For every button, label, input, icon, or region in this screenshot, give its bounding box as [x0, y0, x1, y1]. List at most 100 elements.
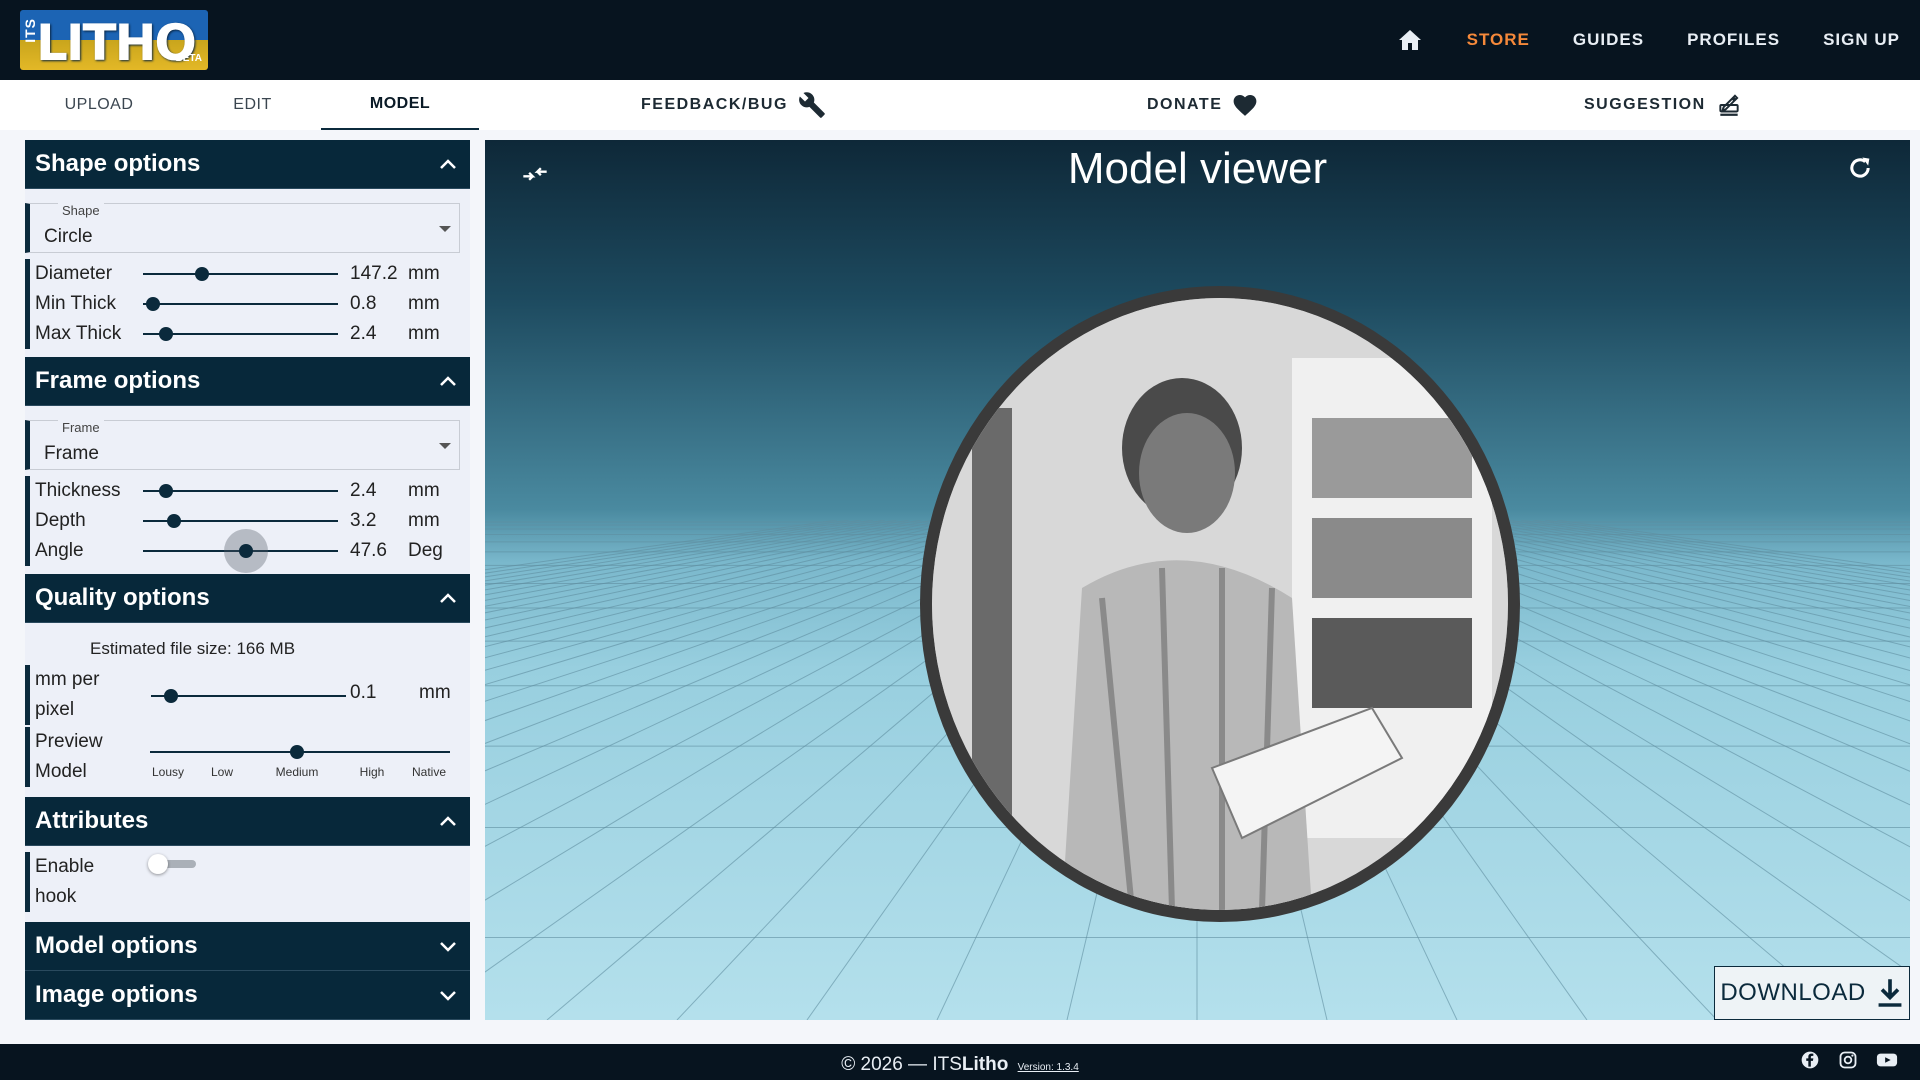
preview-model-label: Preview Model	[35, 731, 103, 782]
max-thick-row: Max Thick 2.4 mm	[25, 319, 470, 349]
itslitho-logo[interactable]: ITS LITHO BETA	[20, 10, 208, 70]
max-thick-value: 2.4	[350, 323, 377, 344]
instagram-icon[interactable]	[1838, 1050, 1858, 1070]
chevron-up-icon	[440, 816, 456, 826]
quality-options-title: Quality options	[35, 584, 210, 611]
chevron-up-icon	[440, 376, 456, 386]
footer-copyright: © 2026 — ITSLitho Version: 1.3.4	[841, 1054, 1079, 1075]
attributes-header[interactable]: Attributes	[25, 797, 470, 846]
enable-hook-label: Enable hook	[35, 856, 95, 907]
thickness-slider[interactable]	[143, 481, 338, 501]
shape-select[interactable]: Shape Circle	[25, 203, 460, 253]
top-nav-links: STORE GUIDES PROFILES SIGN UP	[1398, 0, 1900, 80]
donate-label: DONATE	[1147, 96, 1223, 113]
slider-thumb[interactable]	[159, 484, 174, 498]
diameter-value: 147.2	[350, 263, 398, 284]
max-thick-label: Max Thick	[35, 323, 122, 344]
download-button[interactable]: DOWNLOAD	[1714, 966, 1910, 1020]
chevron-up-icon	[440, 159, 456, 169]
version-link[interactable]: Version: 1.3.4	[1018, 1062, 1079, 1073]
min-thick-slider[interactable]	[143, 294, 338, 314]
preview-model-row: Preview Model Lousy Low Medium High Native	[25, 727, 470, 787]
max-thick-unit: mm	[408, 323, 440, 344]
preview-mark-native[interactable]: Native	[412, 765, 446, 779]
frame-options-header[interactable]: Frame options	[25, 357, 470, 406]
max-thick-slider[interactable]	[143, 324, 338, 344]
suggestion-button[interactable]: SUGGESTION	[1584, 80, 1742, 130]
estimated-file-size: Estimated file size: 166 MB	[90, 639, 296, 658]
thickness-value: 2.4	[350, 480, 377, 501]
tab-upload[interactable]: UPLOAD	[40, 80, 158, 130]
depth-value: 3.2	[350, 510, 377, 531]
shape-select-value: Circle	[44, 226, 93, 247]
angle-row: Angle 47.6 Deg	[25, 529, 470, 573]
depth-label: Depth	[35, 510, 86, 531]
shape-options-title: Shape options	[35, 150, 201, 177]
slider-thumb[interactable]	[163, 689, 178, 703]
feedback-bug-label: FEEDBACK/BUG	[641, 96, 788, 113]
logo-beta-badge: BETA	[175, 53, 202, 64]
footer-brand: Litho	[961, 1054, 1009, 1075]
min-thick-row: Min Thick 0.8 mm	[25, 289, 470, 319]
quality-options-body: Estimated file size: 166 MB mm per pixel…	[25, 623, 470, 797]
preview-quality-slider[interactable]: Lousy Low Medium High Native	[150, 745, 450, 781]
chevron-down-icon	[440, 942, 456, 952]
preview-mark-high[interactable]: High	[360, 765, 385, 779]
mm-per-pixel-unit: mm	[419, 682, 451, 703]
tab-edit[interactable]: EDIT	[190, 80, 315, 130]
preview-mark-low[interactable]: Low	[211, 765, 233, 779]
mm-per-pixel-label: mm per pixel	[35, 669, 100, 720]
slider-thumb[interactable]	[159, 327, 174, 341]
frame-select[interactable]: Frame Frame	[25, 420, 460, 470]
donate-button[interactable]: DONATE	[1147, 80, 1258, 130]
min-thick-value: 0.8	[350, 293, 377, 314]
footer: © 2026 — ITSLitho Version: 1.3.4	[0, 1044, 1920, 1080]
youtube-icon[interactable]	[1876, 1050, 1898, 1070]
depth-unit: mm	[408, 510, 440, 531]
enable-hook-row: Enable hook	[25, 852, 470, 912]
diameter-unit: mm	[408, 263, 440, 284]
angle-value: 47.6	[350, 540, 387, 561]
attributes-title: Attributes	[35, 807, 149, 834]
depth-slider[interactable]	[143, 511, 338, 531]
preview-mark-lousy[interactable]: Lousy	[152, 765, 184, 779]
nav-store-link[interactable]: STORE	[1467, 30, 1530, 50]
image-options-header[interactable]: Image options	[25, 971, 470, 1020]
thickness-unit: mm	[408, 480, 440, 501]
facebook-icon[interactable]	[1800, 1050, 1820, 1070]
frame-options-title: Frame options	[35, 367, 201, 394]
mm-per-pixel-slider[interactable]	[151, 686, 346, 706]
slider-thumb[interactable]	[145, 297, 160, 311]
slider-thumb[interactable]	[194, 267, 209, 281]
nav-guides-link[interactable]: GUIDES	[1573, 30, 1644, 50]
tab-model[interactable]: MODEL	[321, 80, 479, 130]
angle-slider[interactable]	[143, 529, 338, 573]
nav-signup-link[interactable]: SIGN UP	[1823, 30, 1900, 50]
preview-mark-medium[interactable]: Medium	[276, 765, 319, 779]
nav-profiles-link[interactable]: PROFILES	[1687, 30, 1780, 50]
collapse-arrows-icon[interactable]	[521, 160, 549, 188]
home-icon[interactable]	[1398, 28, 1424, 52]
feedback-bug-button[interactable]: FEEDBACK/BUG	[641, 80, 826, 130]
slider-thumb[interactable]	[167, 514, 182, 528]
shape-options-body: Shape Circle Diameter 147.2 mm Min Thick…	[25, 189, 470, 357]
min-thick-label: Min Thick	[35, 293, 116, 314]
frame-select-label: Frame	[58, 420, 104, 435]
shape-options-header[interactable]: Shape options	[25, 140, 470, 189]
diameter-slider[interactable]	[143, 264, 338, 284]
shape-select-label: Shape	[58, 203, 104, 218]
mm-per-pixel-value: 0.1	[350, 682, 377, 703]
refresh-icon[interactable]	[1846, 154, 1874, 182]
lithophane-preview	[920, 286, 1520, 922]
quality-options-header[interactable]: Quality options	[25, 574, 470, 623]
model-viewer[interactable]: Model viewer DOWNLOAD	[485, 140, 1910, 1020]
model-options-header[interactable]: Model options	[25, 922, 470, 971]
slider-thumb[interactable]	[290, 745, 304, 759]
frame-select-value: Frame	[44, 443, 99, 464]
caret-down-icon	[439, 443, 451, 449]
lithophane-photo	[932, 298, 1508, 910]
angle-label: Angle	[35, 540, 84, 561]
model-options-title: Model options	[35, 932, 198, 959]
enable-hook-toggle[interactable]	[148, 854, 198, 874]
angle-unit: Deg	[408, 540, 443, 561]
